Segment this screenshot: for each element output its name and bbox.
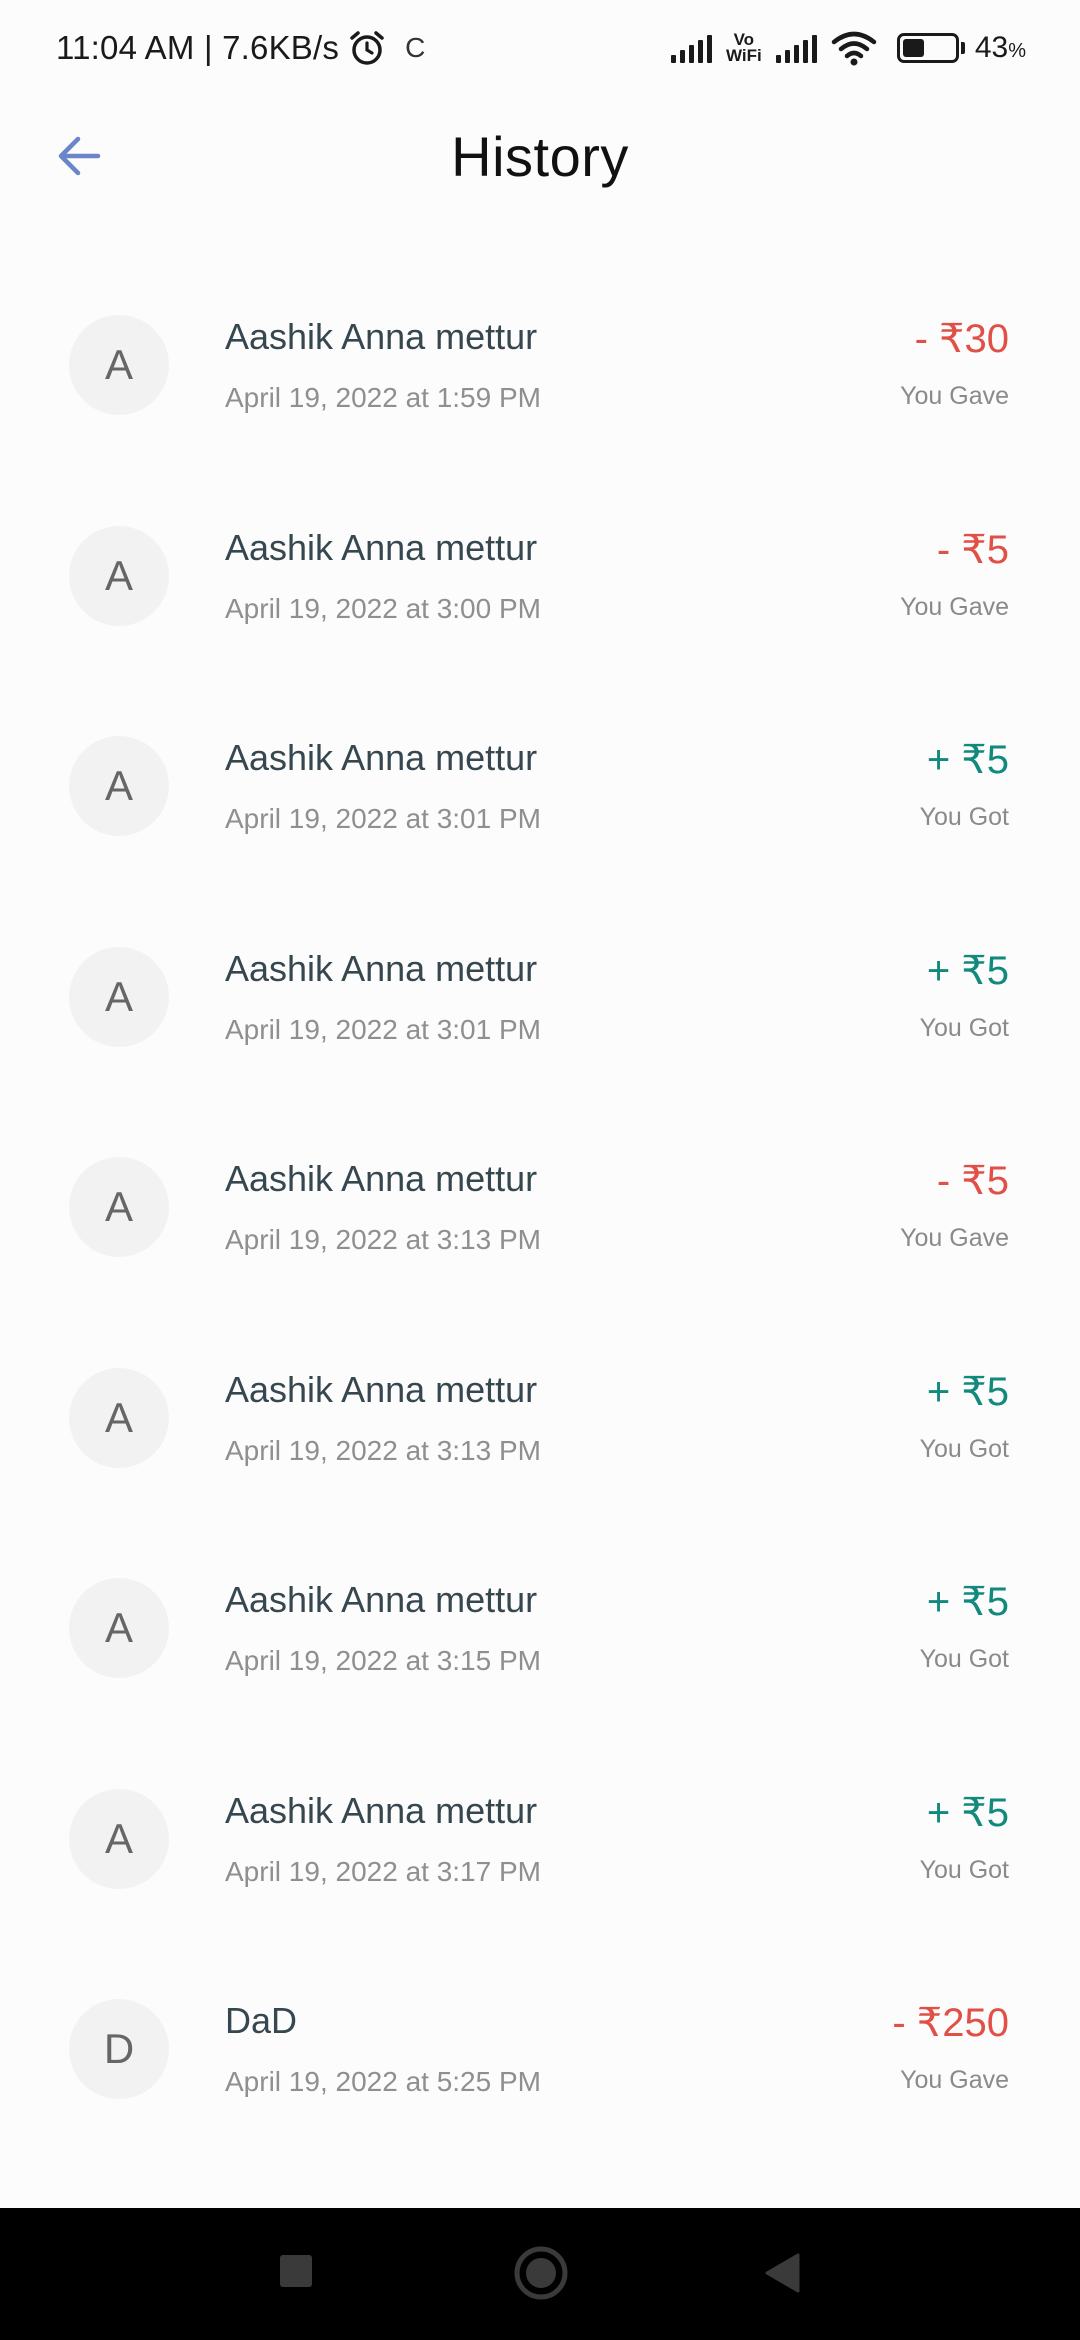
transaction-row[interactable]: A Aashik Anna mettur April 19, 2022 at 3:0… bbox=[0, 717, 1080, 928]
transaction-list: A Aashik Anna mettur April 19, 2022 at 1:5… bbox=[0, 296, 1080, 2191]
transaction-type-label: You Got bbox=[919, 803, 1009, 831]
transaction-amount: + ₹5 bbox=[926, 1790, 1009, 1835]
transaction-amount: + ₹5 bbox=[926, 738, 1009, 782]
contact-name: DaD bbox=[225, 2000, 298, 2041]
contact-name: Aashik Anna mettur bbox=[225, 1368, 538, 1410]
transaction-date: April 19, 2022 at 3:13 PM bbox=[225, 1224, 541, 1255]
vowifi-bottom: WiFi bbox=[725, 46, 762, 65]
sync-icon: C bbox=[405, 32, 426, 63]
transaction-amount: - ₹30 bbox=[914, 317, 1009, 361]
circle-home-icon bbox=[514, 2246, 568, 2300]
recent-apps-button[interactable] bbox=[275, 2250, 317, 2292]
battery-icon bbox=[896, 33, 965, 63]
transaction-date: April 19, 2022 at 3:13 PM bbox=[225, 1434, 541, 1466]
transaction-amount: - ₹250 bbox=[892, 2001, 1009, 2045]
status-bar: 11:04 AM | 7.6KB/s C Vo WiFi 43% bbox=[0, 0, 1080, 96]
battery-unit: % bbox=[1008, 40, 1026, 62]
status-left: 11:04 AM | 7.6KB/s C bbox=[56, 28, 425, 68]
contact-name: Aashik Anna mettur bbox=[225, 316, 538, 357]
vowifi-icon: Vo WiFi bbox=[722, 31, 766, 65]
home-button[interactable] bbox=[510, 2242, 572, 2304]
wifi-icon bbox=[831, 30, 877, 66]
system-back-button[interactable] bbox=[760, 2248, 804, 2298]
transaction-amount: + ₹5 bbox=[926, 948, 1009, 993]
transaction-amount: - ₹5 bbox=[936, 1159, 1009, 1203]
transaction-row[interactable]: D DaD April 19, 2022 at 5:25 PM - ₹250 You G… bbox=[0, 1980, 1080, 2191]
system-nav-bar bbox=[0, 2208, 1080, 2340]
transaction-row[interactable]: A Aashik Anna mettur April 19, 2022 at 3:1… bbox=[0, 1138, 1080, 1349]
battery-text: 43% bbox=[975, 31, 1026, 65]
transaction-date: April 19, 2022 at 5:25 PM bbox=[225, 2066, 541, 2097]
contact-name: Aashik Anna mettur bbox=[225, 1789, 538, 1831]
alarm-icon bbox=[347, 28, 387, 68]
transaction-type-label: You Gave bbox=[900, 2066, 1009, 2094]
avatar: A bbox=[69, 736, 169, 836]
signal-icon bbox=[670, 33, 712, 63]
contact-name: Aashik Anna mettur bbox=[225, 1579, 538, 1620]
transaction-row[interactable]: A Aashik Anna mettur April 19, 2022 at 3:0… bbox=[0, 507, 1080, 718]
transaction-row[interactable]: A Aashik Anna mettur April 19, 2022 at 3:0… bbox=[0, 928, 1080, 1139]
history-screen: 11:04 AM | 7.6KB/s C Vo WiFi 43% History… bbox=[0, 0, 1080, 2340]
app-header: History bbox=[0, 96, 1080, 216]
contact-name: Aashik Anna mettur bbox=[225, 737, 538, 778]
avatar: A bbox=[69, 525, 169, 626]
avatar: A bbox=[69, 315, 169, 415]
transaction-row[interactable]: A Aashik Anna mettur April 19, 2022 at 3:1… bbox=[0, 1559, 1080, 1770]
transaction-row[interactable]: A Aashik Anna mettur April 19, 2022 at 3:1… bbox=[0, 1770, 1080, 1981]
transaction-type-label: You Got bbox=[919, 1855, 1009, 1884]
transaction-row[interactable]: A Aashik Anna mettur April 19, 2022 at 3:1… bbox=[0, 1349, 1080, 1560]
transaction-date: April 19, 2022 at 3:17 PM bbox=[225, 1855, 541, 1887]
transaction-type-label: You Got bbox=[919, 1645, 1009, 1673]
status-right: Vo WiFi 43% bbox=[670, 30, 1026, 66]
battery-level bbox=[902, 39, 925, 57]
transaction-date: April 19, 2022 at 3:01 PM bbox=[225, 1013, 541, 1045]
page-title: History bbox=[451, 125, 629, 188]
transaction-amount: - ₹5 bbox=[936, 527, 1009, 572]
contact-name: Aashik Anna mettur bbox=[225, 526, 538, 568]
avatar: A bbox=[69, 1788, 169, 1889]
transaction-date: April 19, 2022 at 3:15 PM bbox=[225, 1645, 541, 1676]
avatar: D bbox=[69, 1999, 169, 2099]
signal-2-icon bbox=[775, 33, 817, 63]
transaction-date: April 19, 2022 at 3:00 PM bbox=[225, 592, 541, 624]
avatar: A bbox=[69, 946, 169, 1047]
triangle-back-icon bbox=[765, 2253, 800, 2293]
transaction-date: April 19, 2022 at 3:01 PM bbox=[225, 803, 541, 834]
transaction-type-label: You Got bbox=[919, 1434, 1009, 1463]
contact-name: Aashik Anna mettur bbox=[225, 1158, 538, 1199]
contact-name: Aashik Anna mettur bbox=[225, 947, 538, 989]
status-time-speed: 11:04 AM | 7.6KB/s bbox=[56, 29, 340, 66]
transaction-type-label: You Gave bbox=[900, 382, 1009, 410]
transaction-amount: + ₹5 bbox=[926, 1369, 1009, 1414]
battery-percent: 43 bbox=[974, 31, 1009, 64]
transaction-type-label: You Gave bbox=[900, 1224, 1009, 1252]
transaction-type-label: You Got bbox=[919, 1013, 1009, 1042]
square-recent-apps-icon bbox=[280, 2255, 312, 2287]
avatar: A bbox=[69, 1367, 169, 1468]
transaction-date: April 19, 2022 at 1:59 PM bbox=[225, 382, 541, 413]
transaction-row[interactable]: A Aashik Anna mettur April 19, 2022 at 1:5… bbox=[0, 296, 1080, 507]
transaction-amount: + ₹5 bbox=[926, 1580, 1009, 1624]
transaction-type-label: You Gave bbox=[900, 592, 1009, 621]
avatar: A bbox=[69, 1578, 169, 1678]
avatar: A bbox=[69, 1157, 169, 1257]
